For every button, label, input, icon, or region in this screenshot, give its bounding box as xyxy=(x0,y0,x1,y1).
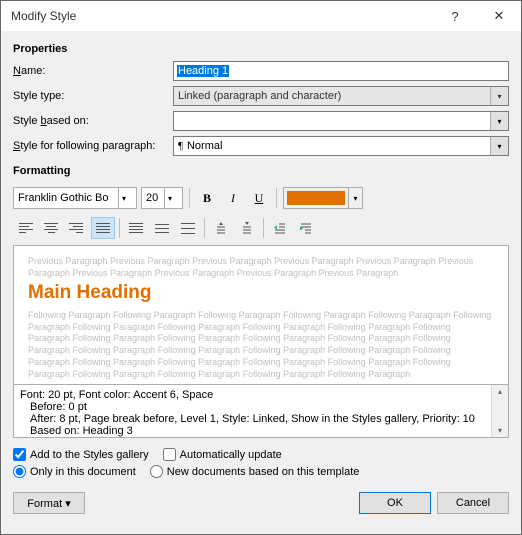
separator xyxy=(119,218,120,238)
separator xyxy=(189,188,190,208)
scroll-down-icon: ▾ xyxy=(498,426,502,435)
chevron-down-icon: ▾ xyxy=(490,137,508,155)
following-label: Style for following paragraph: xyxy=(13,140,173,152)
pilcrow-icon: ¶ xyxy=(178,140,183,152)
formatting-section-title: Formatting xyxy=(13,165,509,177)
based-on-label: Style based on: xyxy=(13,115,173,127)
underline-button[interactable]: U xyxy=(248,187,270,209)
style-type-label: Style type: xyxy=(13,90,173,102)
preview-heading: Main Heading xyxy=(28,281,494,306)
close-button[interactable]: ✕ xyxy=(477,1,521,31)
desc-line: Before: 0 pt xyxy=(30,401,502,413)
chevron-down-icon: ▾ xyxy=(348,188,362,208)
scrollbar[interactable]: ▴▾ xyxy=(491,385,508,437)
style-description: Font: 20 pt, Font color: Accent 6, Space… xyxy=(13,384,509,438)
font-color-picker[interactable]: ▾ xyxy=(283,187,363,209)
format-button[interactable]: Format ▾ xyxy=(13,492,85,514)
desc-line: After: 8 pt, Page break before, Level 1,… xyxy=(30,413,502,425)
color-swatch-icon xyxy=(287,191,345,205)
font-family-combo[interactable]: Franklin Gothic Bo ▾ xyxy=(13,187,137,209)
line-spacing-1-button[interactable] xyxy=(124,217,148,239)
bold-button[interactable]: B xyxy=(196,187,218,209)
increase-indent-button[interactable] xyxy=(294,217,318,239)
ok-button[interactable]: OK xyxy=(359,492,431,514)
space-before-increase-button[interactable] xyxy=(209,217,233,239)
dialog-title: Modify Style xyxy=(11,9,433,23)
separator xyxy=(204,218,205,238)
chevron-down-icon: ▾ xyxy=(164,188,178,208)
options-area: Add to the Styles gallery Automatically … xyxy=(13,448,509,482)
chevron-down-icon: ▾ xyxy=(118,188,132,208)
font-size-value: 20 xyxy=(146,192,162,204)
cancel-button[interactable]: Cancel xyxy=(437,492,509,514)
font-toolbar: Franklin Gothic Bo ▾ 20 ▾ B I U ▾ xyxy=(13,187,509,209)
separator xyxy=(276,188,277,208)
only-document-radio[interactable]: Only in this document xyxy=(13,465,136,478)
font-size-combo[interactable]: 20 ▾ xyxy=(141,187,183,209)
properties-section-title: Properties xyxy=(13,43,509,55)
italic-button[interactable]: I xyxy=(222,187,244,209)
preview-pane: Previous Paragraph Previous Paragraph Pr… xyxy=(13,245,509,385)
titlebar: Modify Style ? ✕ xyxy=(1,1,521,31)
line-spacing-1-5-button[interactable] xyxy=(150,217,174,239)
dialog-content: Properties Name: Heading 1 Style type: L… xyxy=(1,31,521,534)
align-left-button[interactable] xyxy=(13,217,37,239)
desc-line: Font: 20 pt, Font color: Accent 6, Space xyxy=(20,389,502,401)
align-right-button[interactable] xyxy=(65,217,89,239)
name-input[interactable]: Heading 1 xyxy=(173,61,509,81)
decrease-indent-button[interactable] xyxy=(268,217,292,239)
chevron-down-icon: ▾ xyxy=(490,87,508,105)
name-label: Name: xyxy=(13,65,173,77)
space-before-decrease-button[interactable] xyxy=(235,217,259,239)
following-value: Normal xyxy=(187,140,222,152)
preview-following-text: Following Paragraph Following Paragraph … xyxy=(28,310,494,380)
style-type-combo[interactable]: Linked (paragraph and character) ▾ xyxy=(173,86,509,106)
align-justify-button[interactable] xyxy=(91,217,115,239)
font-family-value: Franklin Gothic Bo xyxy=(18,192,116,204)
modify-style-dialog: Modify Style ? ✕ Properties Name: Headin… xyxy=(0,0,522,535)
paragraph-toolbar xyxy=(13,217,509,239)
help-button[interactable]: ? xyxy=(433,1,477,31)
new-documents-radio[interactable]: New documents based on this template xyxy=(150,465,360,478)
scroll-up-icon: ▴ xyxy=(498,387,502,396)
based-on-combo[interactable]: ▾ xyxy=(173,111,509,131)
style-type-value: Linked (paragraph and character) xyxy=(178,90,341,102)
following-combo[interactable]: ¶ Normal ▾ xyxy=(173,136,509,156)
desc-line: Based on: Heading 3 xyxy=(30,425,502,437)
separator xyxy=(263,218,264,238)
preview-previous-text: Previous Paragraph Previous Paragraph Pr… xyxy=(28,256,494,279)
chevron-down-icon: ▾ xyxy=(490,112,508,130)
align-center-button[interactable] xyxy=(39,217,63,239)
dialog-footer: Format ▾ OK Cancel xyxy=(13,492,509,514)
add-to-gallery-checkbox[interactable]: Add to the Styles gallery xyxy=(13,448,149,461)
auto-update-checkbox[interactable]: Automatically update xyxy=(163,448,282,461)
line-spacing-2-button[interactable] xyxy=(176,217,200,239)
